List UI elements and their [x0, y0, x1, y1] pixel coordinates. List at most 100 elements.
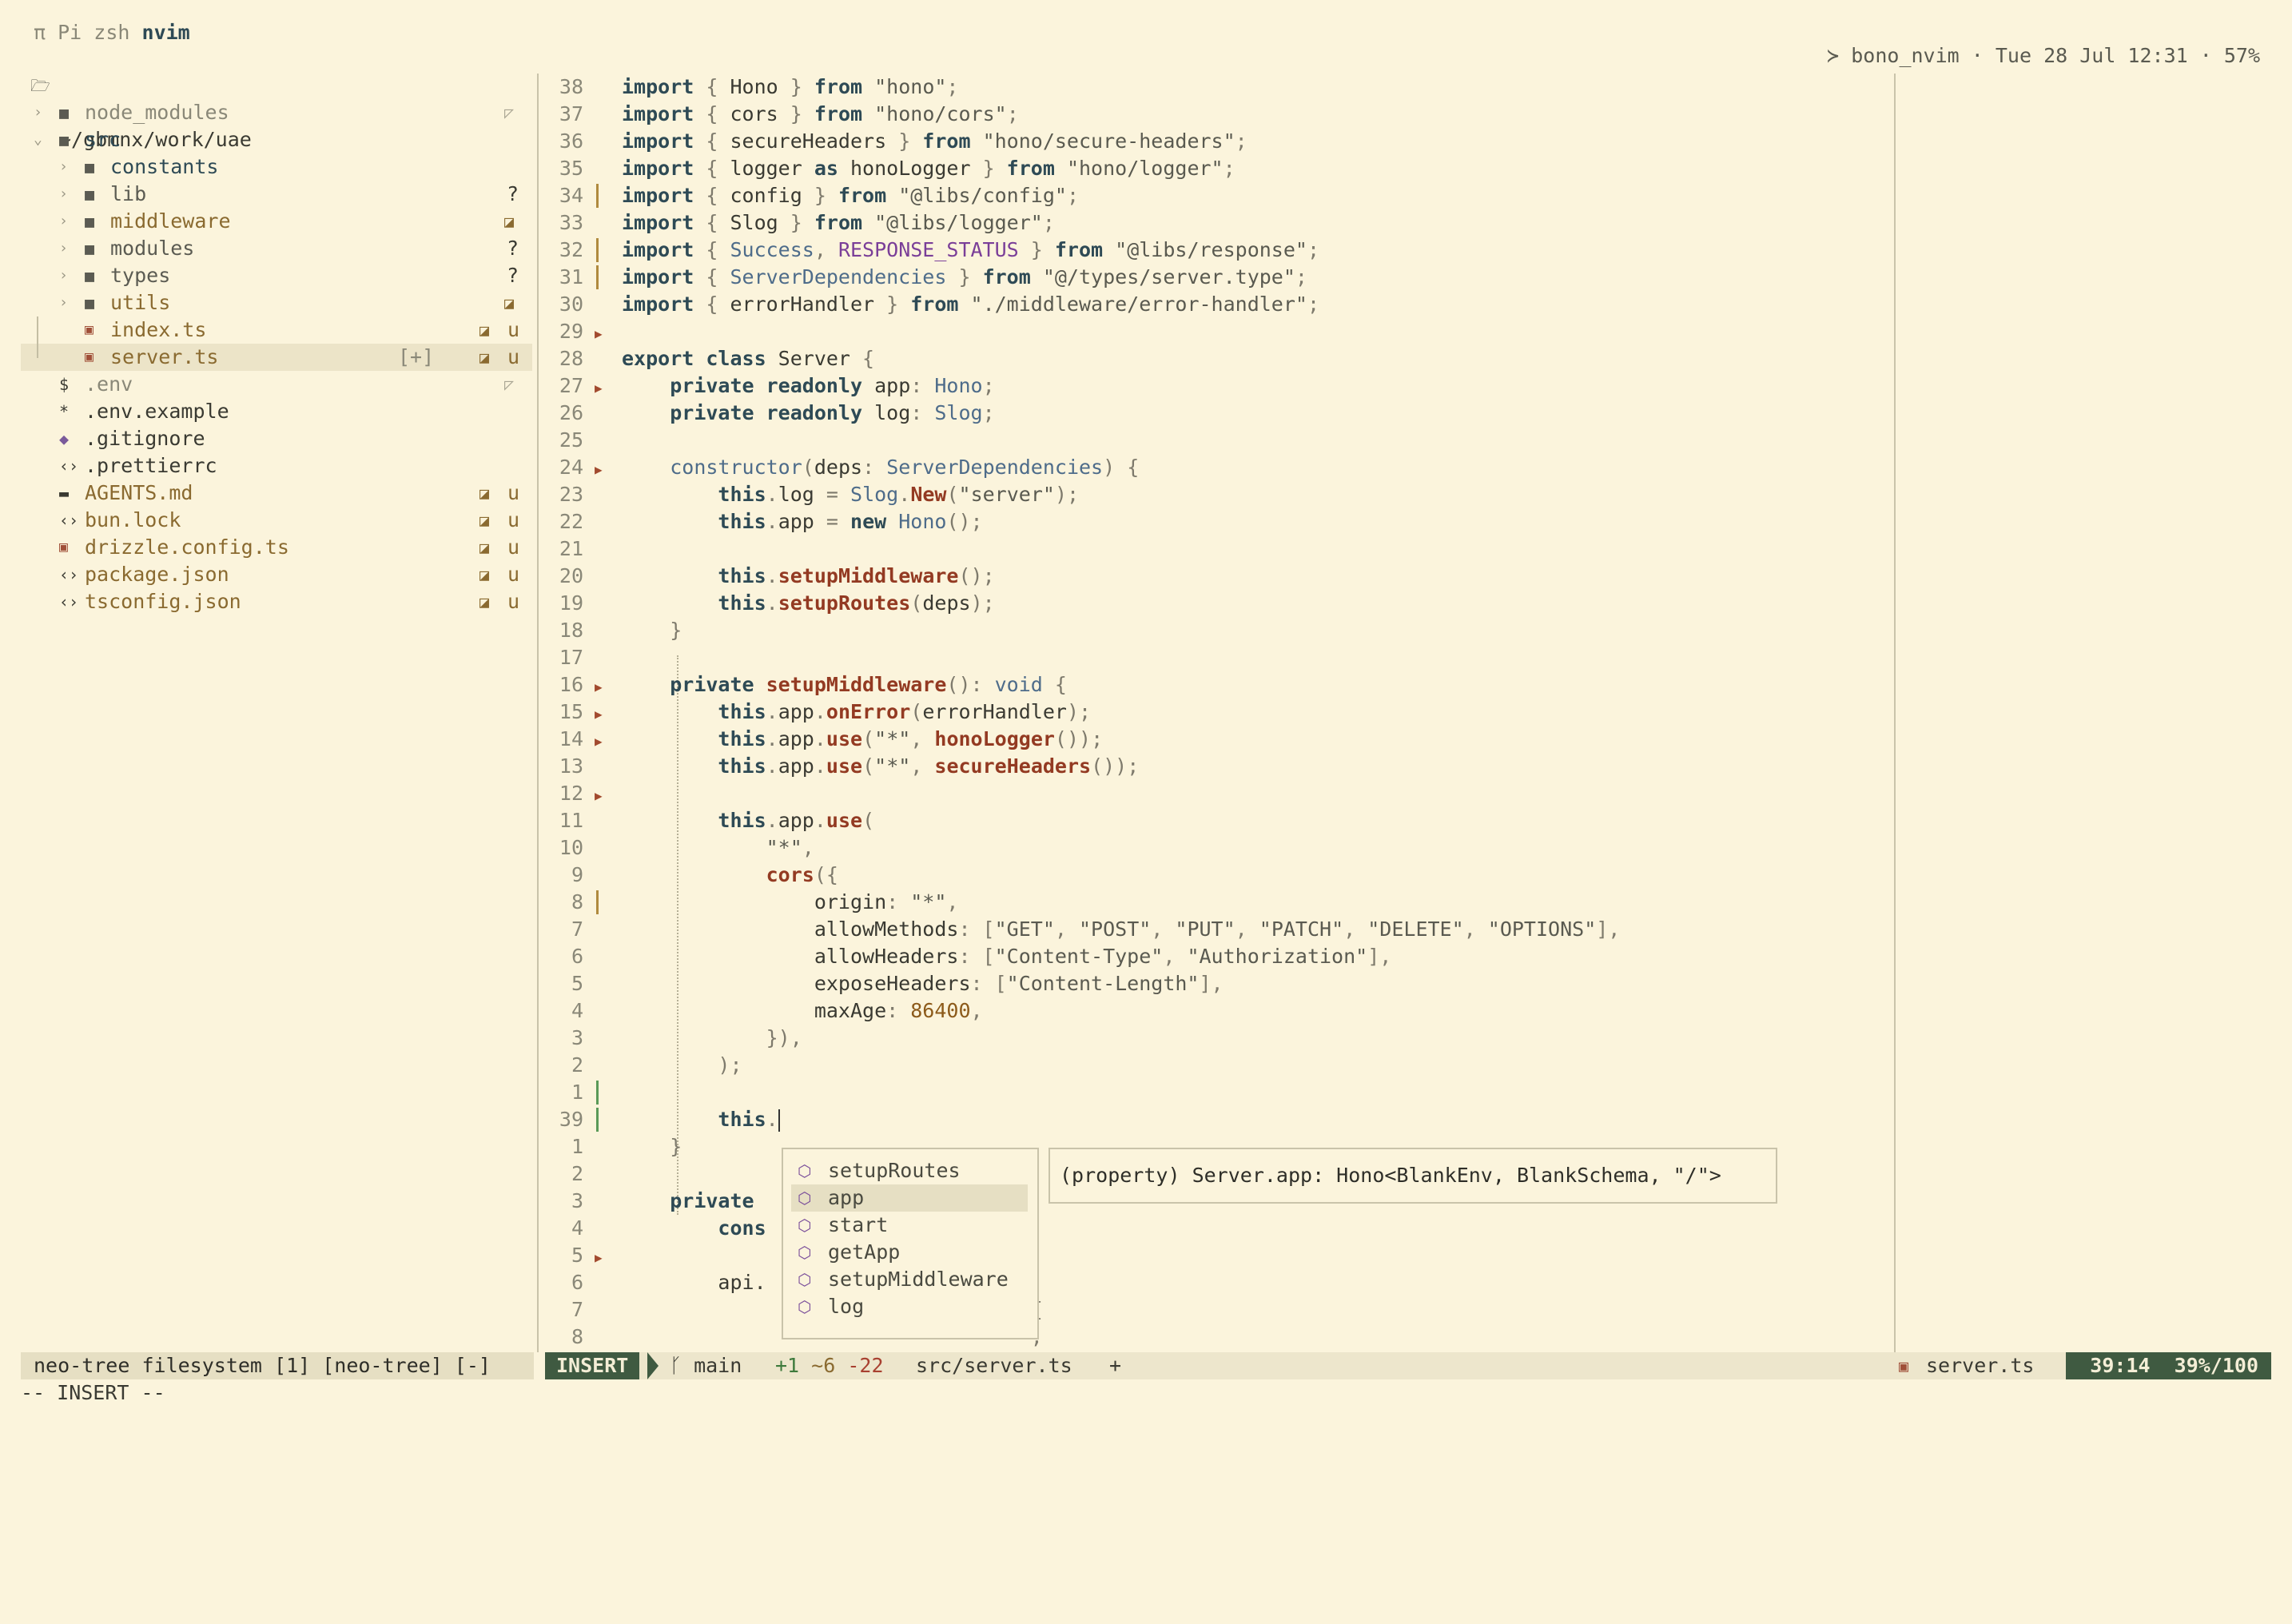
- code-line[interactable]: 32 import { Success, RESPONSE_STATUS } fr…: [540, 237, 1891, 264]
- code-text[interactable]: private readonly log: Slog;: [622, 400, 994, 427]
- code-line[interactable]: 25: [540, 427, 1891, 454]
- completion-item[interactable]: ⬡ log: [791, 1293, 1028, 1320]
- code-line[interactable]: 34 import { config } from "@libs/config";: [540, 182, 1891, 209]
- tree-item[interactable]: ▣ server.ts [+] ◪ u: [21, 344, 532, 371]
- code-line[interactable]: 17: [540, 644, 1891, 671]
- code-line[interactable]: 18 }: [540, 617, 1891, 644]
- code-line[interactable]: 30 import { errorHandler } from "./middle…: [540, 291, 1891, 318]
- code-line[interactable]: 9 cors({: [540, 862, 1891, 889]
- code-text[interactable]: }: [622, 617, 682, 644]
- code-text[interactable]: import { Success, RESPONSE_STATUS } from…: [622, 237, 1319, 264]
- fold-arrow-icon[interactable]: ▶: [595, 788, 603, 803]
- fold-arrow-icon[interactable]: ▶: [595, 679, 603, 695]
- code-line[interactable]: 22 this.app = new Hono();: [540, 508, 1891, 535]
- code-text[interactable]: import { Slog } from "@libs/logger";: [622, 209, 1055, 237]
- code-line[interactable]: 6 allowHeaders: ["Content-Type", "Author…: [540, 943, 1891, 970]
- code-text[interactable]: cons: [622, 1215, 766, 1242]
- fold-arrow-icon[interactable]: ▶: [595, 326, 603, 341]
- code-line[interactable]: 3 }),: [540, 1025, 1891, 1052]
- code-text[interactable]: import { logger as honoLogger } from "ho…: [622, 155, 1236, 182]
- tree-item[interactable]: › ■ middleware ◪: [21, 208, 532, 235]
- code-text[interactable]: allowHeaders: ["Content-Type", "Authoriz…: [622, 943, 1392, 970]
- terminal-tabs[interactable]: π Pi zsh nvim: [34, 21, 190, 44]
- code-text[interactable]: private: [622, 1188, 754, 1215]
- code-line[interactable]: 33 import { Slog } from "@libs/logger";: [540, 209, 1891, 237]
- tree-item[interactable]: ⌄ ■ src: [21, 126, 532, 153]
- chevron-down-icon[interactable]: ⌄: [34, 126, 42, 153]
- chevron-right-icon[interactable]: ›: [59, 289, 68, 316]
- tree-item[interactable]: ‹› tsconfig.json ◪ u: [21, 588, 532, 615]
- code-line[interactable]: 15 ▶ this.app.onError(errorHandler);: [540, 699, 1891, 726]
- code-text[interactable]: cors({: [622, 862, 838, 889]
- tree-item[interactable]: ◆ .gitignore: [21, 425, 532, 452]
- code-text[interactable]: );: [622, 1052, 742, 1079]
- code-line[interactable]: 19 this.setupRoutes(deps);: [540, 590, 1891, 617]
- tree-item[interactable]: ▣ index.ts ◪ u: [21, 316, 532, 344]
- tree-item[interactable]: › ■ node_modules ◸: [21, 99, 532, 126]
- tree-item[interactable]: $ .env ◸: [21, 371, 532, 398]
- code-text[interactable]: "*",: [622, 834, 814, 862]
- tree-item[interactable]: ‹› package.json ◪ u: [21, 561, 532, 588]
- chevron-right-icon[interactable]: ›: [59, 181, 68, 208]
- code-text[interactable]: this.app = new Hono();: [622, 508, 982, 535]
- tree-item[interactable]: * .env.example: [21, 398, 532, 425]
- code-text[interactable]: import { secureHeaders } from "hono/secu…: [622, 128, 1247, 155]
- code-text[interactable]: constructor(deps: ServerDependencies) {: [622, 454, 1139, 481]
- completion-item[interactable]: ⬡ getApp: [791, 1239, 1028, 1266]
- code-text[interactable]: this.app.onError(errorHandler);: [622, 699, 1091, 726]
- code-line[interactable]: 12 ▶: [540, 780, 1891, 807]
- code-line[interactable]: 14 ▶ this.app.use("*", honoLogger());: [540, 726, 1891, 753]
- code-line[interactable]: 13 this.app.use("*", secureHeaders());: [540, 753, 1891, 780]
- split-separator[interactable]: [537, 74, 539, 1352]
- tree-item[interactable]: › ■ utils ◪: [21, 289, 532, 316]
- code-text[interactable]: import { errorHandler } from "./middlewa…: [622, 291, 1319, 318]
- fold-arrow-icon[interactable]: ▶: [595, 734, 603, 749]
- terminal-tab[interactable]: zsh: [94, 21, 129, 44]
- tree-item[interactable]: ‹› bun.lock ◪ u: [21, 507, 532, 534]
- code-text[interactable]: import { cors } from "hono/cors";: [622, 101, 1019, 128]
- code-line[interactable]: 38 import { Hono } from "hono";: [540, 74, 1891, 101]
- code-text[interactable]: this.setupRoutes(deps);: [622, 590, 994, 617]
- file-tree[interactable]: 🗁 ~/gbmnx/work/uae › ■ node_modules ◸ ⌄ ■ src ›…: [21, 72, 532, 615]
- code-text[interactable]: this.app.use(: [622, 807, 874, 834]
- terminal-tab[interactable]: Pi: [58, 21, 82, 44]
- completion-item[interactable]: ⬡ setupMiddleware: [791, 1266, 1028, 1293]
- terminal-tab[interactable]: nvim: [142, 21, 190, 44]
- chevron-right-icon[interactable]: ›: [59, 235, 68, 262]
- code-text[interactable]: import { ServerDependencies } from "@/ty…: [622, 264, 1307, 291]
- code-text[interactable]: import { config } from "@libs/config";: [622, 182, 1079, 209]
- tree-item[interactable]: › ■ modules?: [21, 235, 532, 262]
- code-line[interactable]: 31 import { ServerDependencies } from "@/…: [540, 264, 1891, 291]
- code-line[interactable]: 8 origin: "*",: [540, 889, 1891, 916]
- fold-arrow-icon[interactable]: ▶: [595, 462, 603, 477]
- tree-item[interactable]: › ■ constants: [21, 153, 532, 181]
- code-line[interactable]: 7 allowMethods: ["GET", "POST", "PUT", "…: [540, 916, 1891, 943]
- code-line[interactable]: 39 this.: [540, 1106, 1891, 1133]
- fold-arrow-icon[interactable]: ▶: [595, 380, 603, 396]
- code-line[interactable]: 5 exposeHeaders: ["Content-Length"],: [540, 970, 1891, 997]
- code-line[interactable]: 27 ▶ private readonly app: Hono;: [540, 372, 1891, 400]
- code-text[interactable]: this.: [622, 1106, 780, 1133]
- code-text[interactable]: this.app.use("*", secureHeaders());: [622, 753, 1139, 780]
- chevron-right-icon[interactable]: ›: [59, 262, 68, 289]
- code-text[interactable]: allowMethods: ["GET", "POST", "PUT", "PA…: [622, 916, 1621, 943]
- tree-item[interactable]: › ■ lib?: [21, 181, 532, 208]
- fold-arrow-icon[interactable]: ▶: [595, 1250, 603, 1265]
- fold-arrow-icon[interactable]: ▶: [595, 707, 603, 722]
- code-text[interactable]: this.setupMiddleware();: [622, 563, 994, 590]
- chevron-right-icon[interactable]: ›: [59, 208, 68, 235]
- terminal-tab[interactable]: π: [34, 21, 46, 44]
- code-line[interactable]: 11 this.app.use(: [540, 807, 1891, 834]
- code-text[interactable]: }),: [622, 1025, 802, 1052]
- code-line[interactable]: 26 private readonly log: Slog;: [540, 400, 1891, 427]
- code-line[interactable]: 24 ▶ constructor(deps: ServerDependencies…: [540, 454, 1891, 481]
- command-line[interactable]: -- INSERT --: [21, 1379, 165, 1407]
- code-line[interactable]: 10 "*",: [540, 834, 1891, 862]
- code-line[interactable]: 23 this.log = Slog.New("server");: [540, 481, 1891, 508]
- code-text[interactable]: origin: "*",: [622, 889, 959, 916]
- code-line[interactable]: 4 cons: [540, 1215, 1891, 1242]
- code-text[interactable]: import { Hono } from "hono";: [622, 74, 958, 101]
- tree-item[interactable]: ▬ AGENTS.md ◪ u: [21, 480, 532, 507]
- code-text[interactable]: private setupMiddleware(): void {: [622, 671, 1067, 699]
- completion-item[interactable]: ⬡ start: [791, 1212, 1028, 1239]
